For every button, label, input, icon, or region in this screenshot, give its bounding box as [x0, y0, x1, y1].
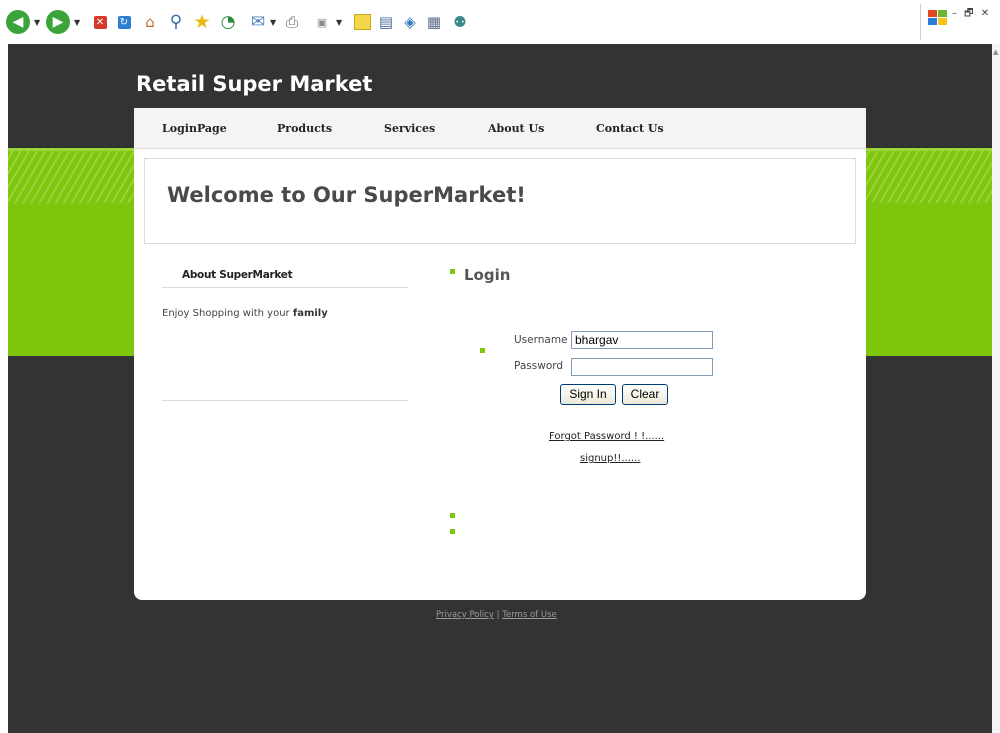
- home-icon[interactable]: ⌂: [138, 10, 162, 34]
- back-icon[interactable]: ◀: [6, 10, 30, 34]
- browser-toolbar: ◀ ▼ ▶ ▼ ✕ ↻ ⌂ ⚲ ★ ◔ ✉ ▼ ⎙ ▣ ▼ ▤ ◈ ▦ ⚉ – …: [0, 0, 1000, 44]
- nav-item-loginpage[interactable]: LoginPage: [162, 122, 227, 135]
- nav-menu: LoginPage Products Services About Us Con…: [134, 108, 866, 149]
- sidebar-text: Enjoy Shopping with your family: [162, 308, 328, 319]
- form-bullet: [480, 348, 485, 353]
- messenger-icon[interactable]: ▤: [374, 10, 398, 34]
- nav-item-services[interactable]: Services: [384, 122, 435, 135]
- footer-separator: |: [496, 610, 500, 620]
- clear-button[interactable]: Clear: [622, 384, 668, 405]
- sidebar-text-prefix: Enjoy Shopping with your: [162, 308, 293, 319]
- username-label: Username: [514, 334, 568, 346]
- windows-logo-icon: [928, 10, 948, 26]
- toolbar-separator: [920, 4, 921, 40]
- edit-dropdown-icon[interactable]: ▼: [336, 18, 342, 27]
- forward-dropdown-icon[interactable]: ▼: [74, 18, 80, 27]
- refresh-icon[interactable]: ↻: [112, 10, 136, 34]
- login-title: Login: [464, 266, 511, 284]
- password-label: Password: [514, 360, 564, 372]
- forgot-password-link[interactable]: Forgot Password ! !......: [549, 431, 664, 442]
- privacy-policy-link[interactable]: Privacy Policy: [436, 610, 494, 620]
- welcome-heading: Welcome to Our SuperMarket!: [167, 183, 526, 207]
- back-dropdown-icon[interactable]: ▼: [34, 18, 40, 27]
- login-title-bullet: [450, 269, 455, 274]
- footer-links: Privacy Policy | Terms of Use: [436, 610, 557, 620]
- sidebar-divider-top: [162, 287, 408, 288]
- forward-icon[interactable]: ▶: [46, 10, 70, 34]
- decor-bullet-1: [450, 513, 455, 518]
- terms-of-use-link[interactable]: Terms of Use: [502, 610, 557, 620]
- mail-icon[interactable]: ✉: [246, 10, 270, 34]
- sidebar-title: About SuperMarket: [182, 269, 293, 281]
- password-field[interactable]: [571, 358, 713, 376]
- window-controls[interactable]: – 🗗 ✕: [952, 6, 991, 23]
- edit-icon[interactable]: ▣: [310, 10, 334, 34]
- nav-item-about-us[interactable]: About Us: [488, 122, 544, 135]
- site-title: Retail Super Market: [136, 72, 373, 96]
- page-viewport: Retail Super Market LoginPage Products S…: [8, 44, 992, 733]
- search-icon[interactable]: ⚲: [164, 10, 188, 34]
- nav-item-products[interactable]: Products: [277, 122, 332, 135]
- decor-bullet-2: [450, 529, 455, 534]
- welcome-box: Welcome to Our SuperMarket!: [144, 158, 856, 244]
- discuss-icon[interactable]: [350, 10, 374, 34]
- sidebar-divider-bottom: [162, 400, 408, 401]
- content-card: LoginPage Products Services About Us Con…: [134, 108, 866, 600]
- research-icon[interactable]: ◈: [398, 10, 422, 34]
- users-icon[interactable]: ⚉: [448, 10, 472, 34]
- print-icon[interactable]: ⎙: [280, 10, 304, 34]
- nav-item-contact-us[interactable]: Contact Us: [596, 122, 664, 135]
- sidebar-text-bold: family: [292, 308, 328, 319]
- stop-icon[interactable]: ✕: [88, 10, 112, 34]
- scroll-up-arrow-icon[interactable]: ▲: [993, 48, 998, 56]
- sign-in-button[interactable]: Sign In: [560, 384, 616, 405]
- media-icon[interactable]: ▦: [422, 10, 446, 34]
- username-field[interactable]: bhargav: [571, 331, 713, 349]
- vertical-scrollbar[interactable]: [992, 44, 1000, 733]
- favorites-star-icon[interactable]: ★: [190, 10, 214, 34]
- history-icon[interactable]: ◔: [216, 10, 240, 34]
- mail-dropdown-icon[interactable]: ▼: [270, 18, 276, 27]
- signup-link[interactable]: signup!!......: [580, 453, 640, 464]
